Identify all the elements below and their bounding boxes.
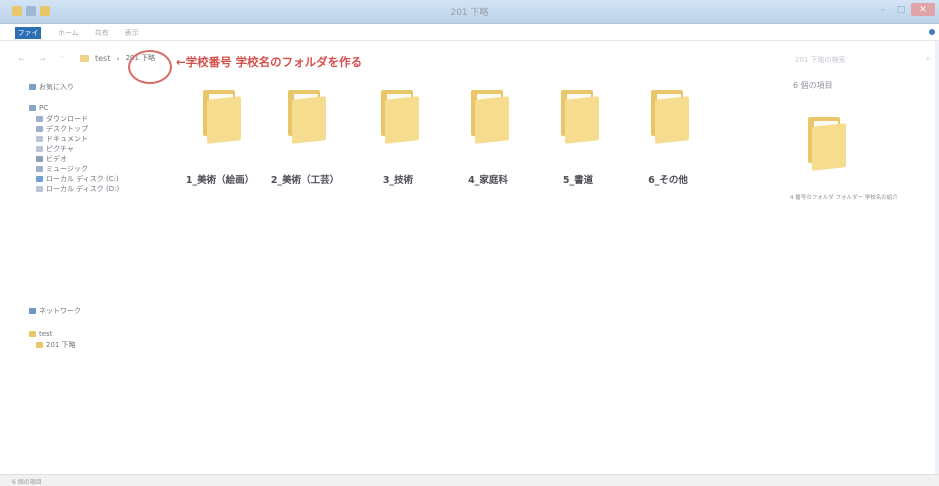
folder-icon: [645, 90, 691, 150]
folder-icon: [80, 54, 89, 62]
folder-item[interactable]: 5_書道: [538, 90, 618, 186]
folder-label: 1_美術（絵画）: [185, 175, 255, 186]
folder-item[interactable]: 3_技術: [358, 90, 438, 186]
tab-home[interactable]: ホーム: [58, 28, 79, 38]
preview-meta: 4 番号のフォルダ フォルダー 学校名の紹介: [790, 195, 898, 201]
sidebar-item-downloads[interactable]: ダウンロード: [36, 114, 88, 124]
title-bar: 201 下略 – □ ✕: [0, 0, 939, 24]
sidebar-item-desktop[interactable]: デスクトップ: [36, 124, 88, 134]
folder-icon: [802, 117, 846, 171]
file-tab[interactable]: ファイル: [15, 27, 41, 49]
highlight-circle: [128, 50, 172, 84]
drive-icon: [36, 176, 43, 182]
ribbon-tabs: ホーム 共有 表示: [58, 28, 139, 38]
folder-icon: [36, 342, 43, 348]
folder-icon: [465, 90, 511, 150]
video-icon: [36, 156, 43, 162]
folder-item[interactable]: 4_家庭科: [448, 90, 528, 186]
sidebar-item-pictures[interactable]: ピクチャ: [36, 144, 74, 154]
sidebar-item-201[interactable]: 201 下略: [36, 340, 76, 350]
folder-label: 4_家庭科: [468, 175, 508, 186]
close-button[interactable]: ✕: [911, 3, 935, 16]
annotation-note: ←学校番号 学校名のフォルダを作る: [176, 55, 363, 69]
sidebar-item-documents[interactable]: ドキュメント: [36, 134, 88, 144]
picture-icon: [36, 146, 43, 152]
minimize-button[interactable]: –: [875, 3, 891, 16]
window-controls: – □ ✕: [875, 3, 935, 16]
folder-label: 6_その他: [648, 175, 688, 186]
star-icon: [29, 84, 36, 90]
window-title: 201 下略: [450, 8, 489, 18]
status-bar: 6 個の項目: [0, 474, 939, 486]
sidebar-item-pc[interactable]: PC: [29, 104, 48, 112]
status-text: 6 個の項目: [12, 479, 42, 486]
computer-icon: [29, 105, 36, 111]
help-icon[interactable]: [929, 29, 935, 35]
tab-view[interactable]: 表示: [125, 28, 139, 38]
folder-label: 2_美術（工芸）: [270, 175, 340, 186]
tab-share[interactable]: 共有: [95, 28, 109, 38]
network-icon: [29, 308, 36, 314]
sidebar-item-disk-d[interactable]: ローカル ディスク (D:): [36, 184, 119, 194]
file-list: 1_美術（絵画） 2_美術（工芸） 3_技術 4_家庭科 5_書道 6_その他: [180, 90, 720, 190]
document-icon: [36, 136, 43, 142]
desktop-icon: [36, 126, 43, 132]
chevron-right-icon: ›: [116, 53, 120, 63]
maximize-button[interactable]: □: [893, 3, 909, 16]
sidebar-item-music[interactable]: ミュージック: [36, 164, 88, 174]
preview-title: 6 個の項目: [793, 81, 833, 90]
folder-label: 5_書道: [562, 175, 594, 186]
sidebar-item-network[interactable]: ネットワーク: [29, 306, 81, 316]
preview-pane: 6 個の項目 4 番号のフォルダ フォルダー 学校名の紹介: [790, 80, 930, 201]
sidebar-item-test[interactable]: test: [29, 330, 52, 338]
folder-icon: [282, 90, 328, 150]
folder-icon: [29, 331, 36, 337]
sidebar-item-favorites[interactable]: お気に入り: [29, 82, 74, 92]
folder-item[interactable]: 1_美術（絵画）: [180, 90, 260, 186]
music-icon: [36, 166, 43, 172]
folder-item[interactable]: 2_美術（工芸）: [265, 90, 345, 186]
breadcrumb-test[interactable]: test: [95, 54, 110, 63]
ribbon: ファイル ホーム 共有 表示: [0, 24, 939, 49]
folder-icon: [197, 90, 243, 150]
sidebar-item-videos[interactable]: ビデオ: [36, 154, 67, 164]
drive-icon: [36, 186, 43, 192]
folder-label: 3_技術: [382, 175, 414, 186]
download-icon: [36, 116, 43, 122]
folder-icon: [375, 90, 421, 150]
search-input[interactable]: 201 下略の検索: [795, 55, 846, 65]
scrollbar[interactable]: [935, 41, 939, 474]
explorer-window: 201 下略 – □ ✕ ファイル ホーム 共有 表示 ← → ˅ ↑ test…: [0, 0, 939, 486]
search-icon[interactable]: ⌕: [926, 54, 930, 64]
sidebar-item-disk-c[interactable]: ローカル ディスク (C:): [36, 174, 119, 184]
folder-item[interactable]: 6_その他: [628, 90, 708, 186]
folder-icon: [555, 90, 601, 150]
